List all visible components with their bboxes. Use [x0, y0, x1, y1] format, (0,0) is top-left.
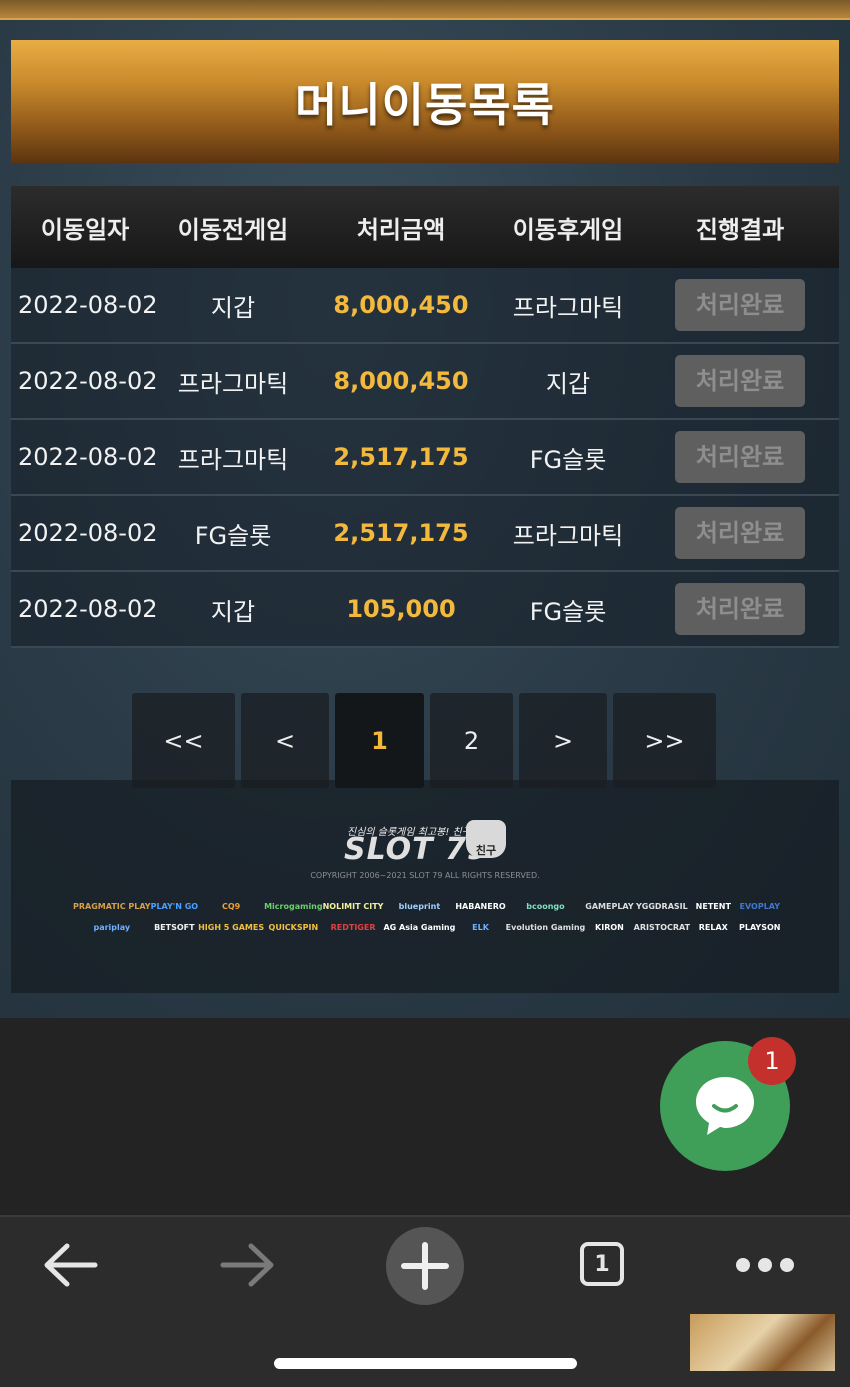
header-date: 이동일자 [40, 215, 130, 244]
provider-logo: HIGH 5 GAMES [198, 923, 265, 932]
browser-toolbar: 1 [0, 1215, 850, 1387]
cell-from-game: FG슬롯 [194, 521, 272, 550]
more-options-icon[interactable] [733, 1247, 797, 1283]
provider-logo: RELAX [698, 923, 728, 932]
top-strip [0, 0, 850, 20]
cell-amount: 2,517,175 [333, 519, 469, 547]
provider-logo: QUICKSPIN [268, 923, 319, 932]
status-button[interactable]: 처리완료 [675, 279, 805, 331]
header-amount: 처리금액 [356, 215, 446, 244]
header-from-game: 이동전게임 [177, 215, 289, 244]
provider-logo: PLAYSON [739, 923, 781, 932]
cell-date: 2022-08-02 [18, 595, 158, 623]
pagination: << < 1 2 > >> [132, 693, 716, 788]
cell-date: 2022-08-02 [18, 367, 158, 395]
home-indicator [274, 1358, 577, 1369]
cell-status: 처리완료 [641, 279, 839, 331]
table-header: 이동일자 이동전게임 처리금액 이동후게임 진행결과 [11, 186, 839, 268]
provider-logo: PLAY'N GO [150, 902, 199, 911]
header-to-game: 이동후게임 [512, 215, 624, 244]
provider-logo: GAMEPLAY [585, 902, 634, 911]
cell-to-game: FG슬롯 [529, 597, 607, 626]
cell-status: 처리완료 [641, 507, 839, 559]
provider-logo: EVOPLAY [739, 902, 781, 911]
page-button-1[interactable]: 1 [335, 693, 424, 788]
cell-amount: 8,000,450 [333, 367, 469, 395]
table-row: 2022-08-02 프라그마틱 2,517,175 FG슬롯 처리완료 [11, 420, 839, 496]
cell-from-game: 프라그마틱 [177, 445, 289, 474]
cell-from-game: 지갑 [210, 293, 256, 322]
provider-logo: NOLIMIT CITY [322, 902, 384, 911]
cell-to-game: 프라그마틱 [512, 293, 624, 322]
page-title: 머니이동목록 [295, 77, 555, 132]
cell-amount: 2,517,175 [333, 443, 469, 471]
chat-bubble-icon [696, 1077, 754, 1135]
tabs-button[interactable]: 1 [577, 1239, 627, 1289]
status-button[interactable]: 처리완료 [675, 507, 805, 559]
cell-amount: 8,000,450 [333, 291, 469, 319]
cell-from-game: 프라그마틱 [177, 369, 289, 398]
new-tab-plus-icon[interactable] [386, 1227, 464, 1305]
tab-count: 1 [580, 1242, 624, 1286]
cell-date: 2022-08-02 [18, 291, 158, 319]
provider-logo: KIRON [595, 923, 624, 932]
footer-panel: 진심의 슬롯게임 최고봉! 친구슬롯 SLOT 79 친구 COPYRIGHT … [11, 780, 839, 993]
provider-logo: HABANERO [455, 902, 506, 911]
status-button[interactable]: 처리완료 [675, 583, 805, 635]
chat-notification-badge: 1 [748, 1037, 796, 1085]
cell-status: 처리완료 [641, 431, 839, 483]
cell-to-game: FG슬롯 [529, 445, 607, 474]
provider-logo: ELK [472, 923, 489, 932]
provider-logo: blueprint [398, 902, 441, 911]
thumbnail-image [690, 1314, 835, 1371]
provider-logo: bcoongo [526, 902, 565, 911]
next-page-button[interactable]: > [519, 693, 607, 788]
last-page-button[interactable]: >> [613, 693, 716, 788]
provider-logo: pariplay [93, 923, 131, 932]
table-row: 2022-08-02 지갑 105,000 FG슬롯 처리완료 [11, 572, 839, 648]
status-button[interactable]: 처리완료 [675, 431, 805, 483]
provider-logo: BETSOFT [154, 923, 195, 932]
provider-logo: ARISTOCRAT [633, 923, 691, 932]
cell-date: 2022-08-02 [18, 519, 158, 547]
cell-status: 처리완료 [641, 583, 839, 635]
provider-logos: PRAGMATIC PLAY PLAY'N GO CQ9 Microgaming… [73, 902, 783, 932]
table-row: 2022-08-02 프라그마틱 8,000,450 지갑 처리완료 [11, 344, 839, 420]
provider-logo: CQ9 [221, 902, 241, 911]
logo-mascot-badge: 친구 [466, 820, 506, 858]
page-button-2[interactable]: 2 [430, 693, 513, 788]
provider-logo: PRAGMATIC PLAY [73, 902, 151, 911]
table-row: 2022-08-02 지갑 8,000,450 프라그마틱 처리완료 [11, 268, 839, 344]
provider-logo: Evolution Gaming [505, 923, 586, 932]
first-page-button[interactable]: << [132, 693, 235, 788]
back-arrow-icon[interactable] [38, 1235, 102, 1295]
forward-arrow-icon[interactable] [216, 1235, 280, 1295]
copyright-text: COPYRIGHT 2006~2021 SLOT 79 ALL RIGHTS R… [310, 871, 540, 880]
provider-logo: REDTIGER [330, 923, 376, 932]
cell-from-game: 지갑 [210, 597, 256, 626]
provider-logo: NETENT [695, 902, 731, 911]
provider-logo: YGGDRASIL [635, 902, 688, 911]
cell-to-game: 프라그마틱 [512, 521, 624, 550]
provider-logo: Microgaming [264, 902, 323, 911]
cell-to-game: 지갑 [545, 369, 591, 398]
cell-date: 2022-08-02 [18, 443, 158, 471]
cell-status: 처리완료 [641, 355, 839, 407]
status-button[interactable]: 처리완료 [675, 355, 805, 407]
cell-amount: 105,000 [346, 595, 456, 623]
header-status: 진행결과 [695, 215, 785, 244]
provider-logo: AG Asia Gaming [383, 923, 456, 932]
prev-page-button[interactable]: < [241, 693, 329, 788]
money-transfer-table: 이동일자 이동전게임 처리금액 이동후게임 진행결과 2022-08-02 지갑… [11, 186, 839, 648]
title-banner: 머니이동목록 [11, 40, 839, 163]
table-row: 2022-08-02 FG슬롯 2,517,175 프라그마틱 처리완료 [11, 496, 839, 572]
